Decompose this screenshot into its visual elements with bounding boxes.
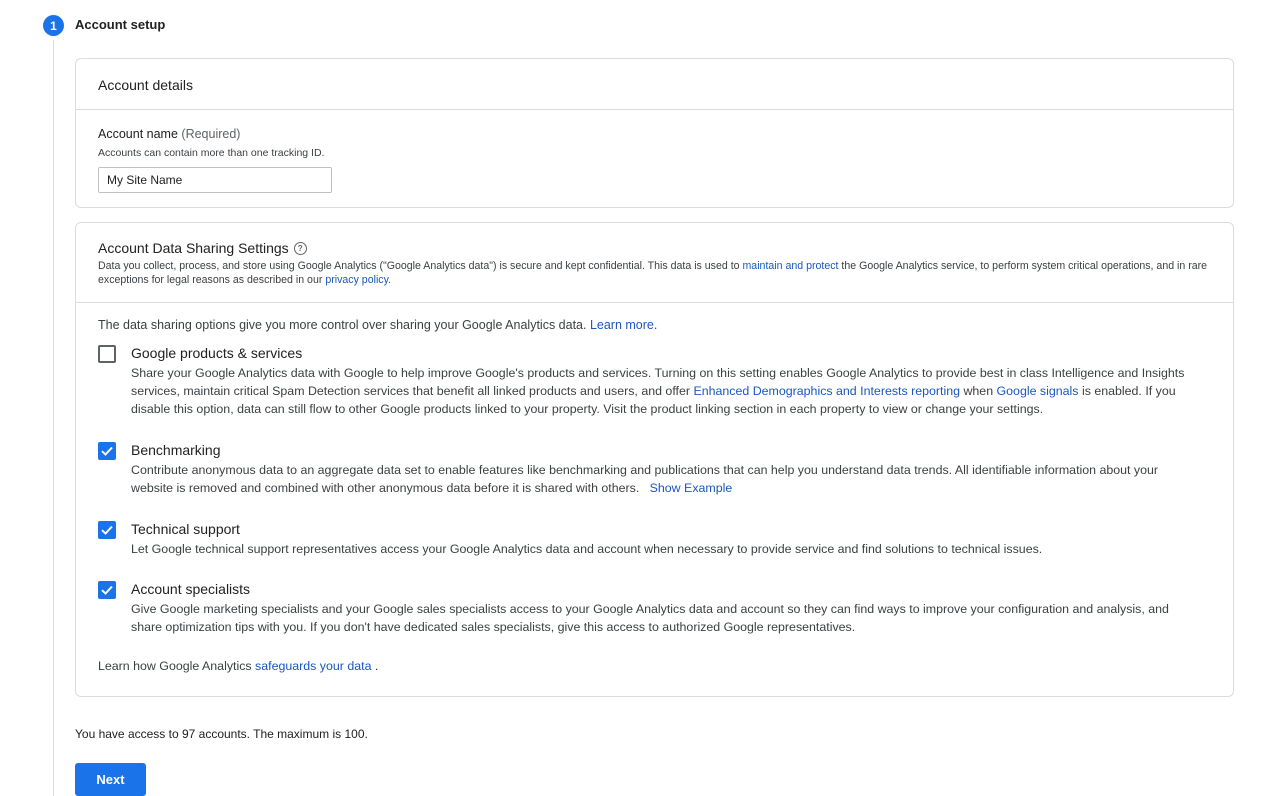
account-name-hint: Accounts can contain more than one track… [98, 147, 325, 159]
checkbox-google-products[interactable] [98, 345, 116, 363]
data-sharing-heading: Account Data Sharing Settings [98, 240, 289, 256]
desc-text-3: . [388, 274, 392, 286]
step-number-badge: 1 [43, 15, 64, 36]
check-icon [101, 525, 113, 535]
option-title: Google products & services [131, 345, 303, 361]
safeguards-note: Learn how Google Analytics safeguards yo… [98, 659, 378, 673]
account-name-label-text: Account name [98, 127, 178, 141]
account-details-heading: Account details [98, 77, 193, 93]
maintain-protect-link[interactable]: maintain and protect [742, 260, 838, 272]
option-title: Technical support [131, 521, 240, 537]
check-icon [101, 446, 113, 456]
step-connector-line [53, 40, 54, 796]
enhanced-demographics-link[interactable]: Enhanced Demographics and Interests repo… [693, 384, 960, 398]
data-sharing-title: Account Data Sharing Settings ? [98, 240, 1211, 256]
safeguards-text: Learn how Google Analytics [98, 659, 256, 673]
required-marker: (Required) [181, 127, 241, 141]
step-title: Account setup [75, 17, 166, 32]
option-title: Benchmarking [131, 442, 221, 458]
account-name-label: Account name (Required) [98, 127, 240, 141]
intro-text: The data sharing options give you more c… [98, 318, 590, 332]
option-desc-text: Contribute anonymous data to an aggregat… [131, 463, 1159, 495]
option-description: Let Google technical support representat… [131, 542, 1043, 556]
data-sharing-description: Data you collect, process, and store usi… [98, 259, 1211, 287]
option-desc-text-2: when [960, 384, 997, 398]
learn-more-link[interactable]: Learn more. [590, 318, 657, 332]
safeguards-link[interactable]: safeguards your data [255, 659, 371, 673]
check-icon [101, 585, 113, 595]
option-description: Share your Google Analytics data with Go… [131, 364, 1201, 418]
data-sharing-intro: The data sharing options give you more c… [98, 318, 657, 332]
checkbox-technical-support[interactable] [98, 521, 116, 539]
show-example-link[interactable]: Show Example [650, 481, 733, 495]
safeguards-text-end: . [371, 659, 379, 673]
checkbox-account-specialists[interactable] [98, 581, 116, 599]
account-name-input[interactable] [98, 167, 332, 193]
next-button[interactable]: Next [75, 763, 146, 796]
data-sharing-card: Account Data Sharing Settings ? Data you… [75, 222, 1234, 697]
data-sharing-header: Account Data Sharing Settings ? Data you… [76, 223, 1233, 303]
privacy-policy-link[interactable]: privacy policy [325, 274, 388, 286]
option-description: Contribute anonymous data to an aggregat… [131, 461, 1201, 497]
account-details-card: Account details Account name (Required) … [75, 58, 1234, 208]
account-access-note: You have access to 97 accounts. The maxi… [75, 727, 368, 741]
account-details-header: Account details [76, 59, 1233, 110]
desc-text-1: Data you collect, process, and store usi… [98, 260, 743, 272]
checkbox-benchmarking[interactable] [98, 442, 116, 460]
option-description: Give Google marketing specialists and yo… [131, 602, 1169, 634]
help-icon[interactable]: ? [293, 241, 307, 255]
google-signals-link[interactable]: Google signals [997, 384, 1079, 398]
option-title: Account specialists [131, 581, 251, 597]
